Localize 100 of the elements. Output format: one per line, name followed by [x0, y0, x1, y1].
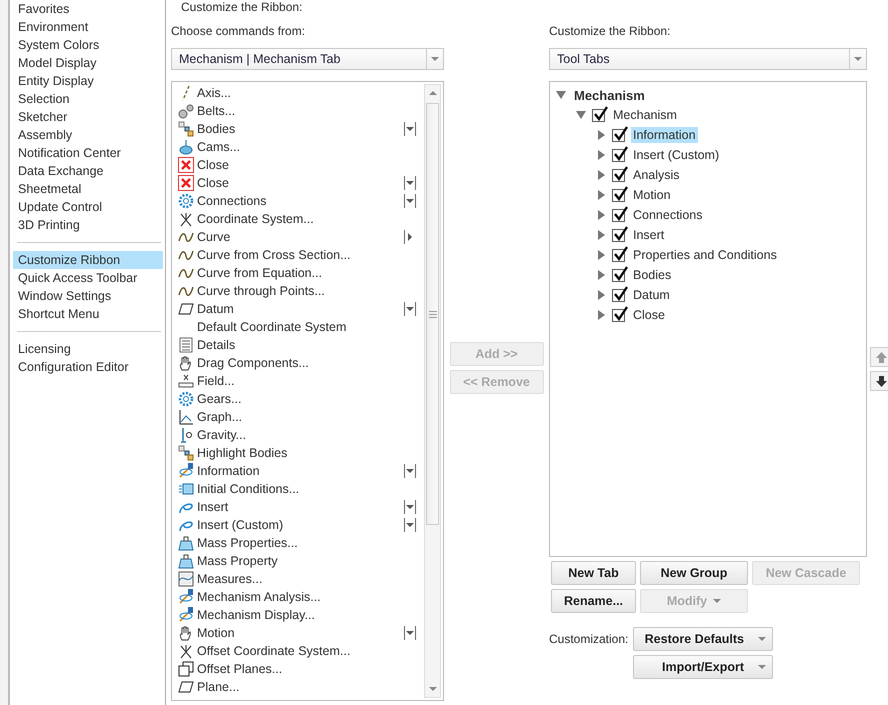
command-item[interactable]: Details [197, 338, 424, 352]
tree-item[interactable]: Bodies [631, 267, 674, 283]
collapsed-triangle-icon[interactable] [596, 130, 606, 140]
command-item[interactable]: Field... [197, 374, 424, 388]
command-item[interactable]: Mass Properties... [197, 536, 424, 550]
button[interactable]: New Group [640, 561, 748, 585]
checkbox[interactable] [612, 248, 625, 262]
button[interactable]: New Tab [551, 561, 636, 585]
collapsed-triangle-icon[interactable] [596, 230, 606, 240]
sidebar-item[interactable]: Update Control [13, 198, 163, 216]
command-item[interactable]: Curve through Points... [197, 284, 424, 298]
checkbox[interactable] [612, 148, 625, 162]
command-item[interactable]: Measures... [197, 572, 424, 586]
command-item[interactable]: Gravity... [197, 428, 424, 442]
command-item[interactable]: Belts... [197, 104, 424, 118]
command-item[interactable]: Cams... [197, 140, 424, 154]
command-item[interactable]: Drag Components... [197, 356, 424, 370]
checkbox[interactable] [612, 308, 625, 322]
tree-item[interactable]: Properties and Conditions [631, 247, 779, 263]
command-item[interactable]: Information [197, 464, 401, 478]
command-item[interactable]: Curve from Cross Section... [197, 248, 424, 262]
tree-item[interactable]: Information [631, 127, 698, 143]
sidebar-item[interactable]: 3D Printing [13, 216, 163, 234]
collapsed-triangle-icon[interactable] [596, 270, 606, 280]
tree-item[interactable]: Connections [631, 207, 704, 223]
checkbox[interactable] [612, 288, 625, 302]
sidebar-item[interactable]: Environment [13, 18, 163, 36]
collapsed-triangle-icon[interactable] [596, 190, 606, 200]
button[interactable]: Rename... [551, 589, 636, 613]
command-item[interactable]: Bodies [197, 122, 401, 136]
scroll-up-icon [428, 91, 436, 95]
command-item[interactable]: Close [197, 176, 401, 190]
command-item[interactable]: Curve from Equation... [197, 266, 424, 280]
expanded-triangle-icon[interactable] [556, 90, 566, 100]
checkbox[interactable] [612, 208, 625, 222]
command-item[interactable]: Mechanism Analysis... [197, 590, 424, 604]
checkbox[interactable] [612, 188, 625, 202]
tree-item[interactable]: Analysis [631, 167, 682, 183]
command-item[interactable]: Graph... [197, 410, 424, 424]
expanded-triangle-icon[interactable] [576, 110, 586, 120]
command-item[interactable]: Coordinate System... [197, 212, 424, 226]
tree-item[interactable]: Mechanism [572, 86, 647, 104]
close-icon [178, 175, 194, 191]
pulley-icon [178, 103, 194, 119]
tree-item[interactable]: Datum [631, 287, 672, 303]
command-item[interactable]: Gears... [197, 392, 424, 406]
command-item[interactable]: Connections [197, 194, 401, 208]
dropdown-button[interactable]: Restore Defaults [633, 627, 773, 651]
tree-item[interactable]: Insert [631, 227, 666, 243]
sidebar-item[interactable]: Customize Ribbon [13, 251, 163, 269]
collapsed-triangle-icon[interactable] [596, 310, 606, 320]
sidebar-item[interactable]: Data Exchange [13, 162, 163, 180]
tree-item[interactable]: Insert (Custom) [631, 147, 722, 163]
collapsed-triangle-icon[interactable] [596, 290, 606, 300]
command-item[interactable]: Insert (Custom) [197, 518, 401, 532]
sidebar-item[interactable]: Selection [13, 90, 163, 108]
ribbon-source-dropdown[interactable]: Tool Tabs [549, 48, 867, 70]
sidebar-item[interactable]: Shortcut Menu [13, 305, 163, 323]
checkbox[interactable] [592, 108, 605, 122]
collapsed-triangle-icon[interactable] [596, 210, 606, 220]
checkbox[interactable] [612, 268, 625, 282]
command-item[interactable]: Close [197, 158, 424, 172]
sidebar-item[interactable]: Entity Display [13, 72, 163, 90]
sidebar-item[interactable]: Configuration Editor [13, 358, 163, 376]
ruler-icon [178, 373, 194, 389]
sidebar-item[interactable]: Window Settings [13, 287, 163, 305]
command-item[interactable]: Insert [197, 500, 401, 514]
command-item[interactable]: Highlight Bodies [197, 446, 424, 460]
sidebar-item[interactable]: Sketcher [13, 108, 163, 126]
checkbox[interactable] [612, 228, 625, 242]
command-item[interactable]: Offset Planes... [197, 662, 424, 676]
command-item[interactable]: Axis... [197, 86, 424, 100]
command-item[interactable]: Curve [197, 230, 401, 244]
checkbox[interactable] [612, 168, 625, 182]
command-item[interactable]: Mechanism Display... [197, 608, 424, 622]
sidebar-item[interactable]: Notification Center [13, 144, 163, 162]
checkbox[interactable] [612, 128, 625, 142]
sidebar-item[interactable]: System Colors [13, 36, 163, 54]
tree-item[interactable]: Motion [631, 187, 673, 203]
sidebar-item[interactable]: Model Display [13, 54, 163, 72]
collapsed-triangle-icon[interactable] [596, 250, 606, 260]
tree-item[interactable]: Mechanism [611, 107, 679, 123]
command-item[interactable]: Mass Property [197, 554, 424, 568]
dropdown-button[interactable]: Import/Export [633, 655, 773, 679]
scrollbar[interactable] [424, 84, 441, 698]
sidebar-item[interactable]: Licensing [13, 340, 163, 358]
command-item[interactable]: Default Coordinate System [197, 320, 424, 334]
sidebar-item[interactable]: Favorites [13, 0, 163, 18]
sidebar-item[interactable]: Sheetmetal [13, 180, 163, 198]
commands-source-dropdown[interactable]: Mechanism | Mechanism Tab [171, 48, 444, 70]
command-item[interactable]: Datum [197, 302, 401, 316]
command-item[interactable]: Offset Coordinate System... [197, 644, 424, 658]
command-item[interactable]: Plane... [197, 680, 424, 694]
command-item[interactable]: Motion [197, 626, 401, 640]
collapsed-triangle-icon[interactable] [596, 150, 606, 160]
tree-item[interactable]: Close [631, 307, 667, 323]
sidebar-item[interactable]: Assembly [13, 126, 163, 144]
command-item[interactable]: Initial Conditions... [197, 482, 424, 496]
sidebar-item[interactable]: Quick Access Toolbar [13, 269, 163, 287]
collapsed-triangle-icon[interactable] [596, 170, 606, 180]
